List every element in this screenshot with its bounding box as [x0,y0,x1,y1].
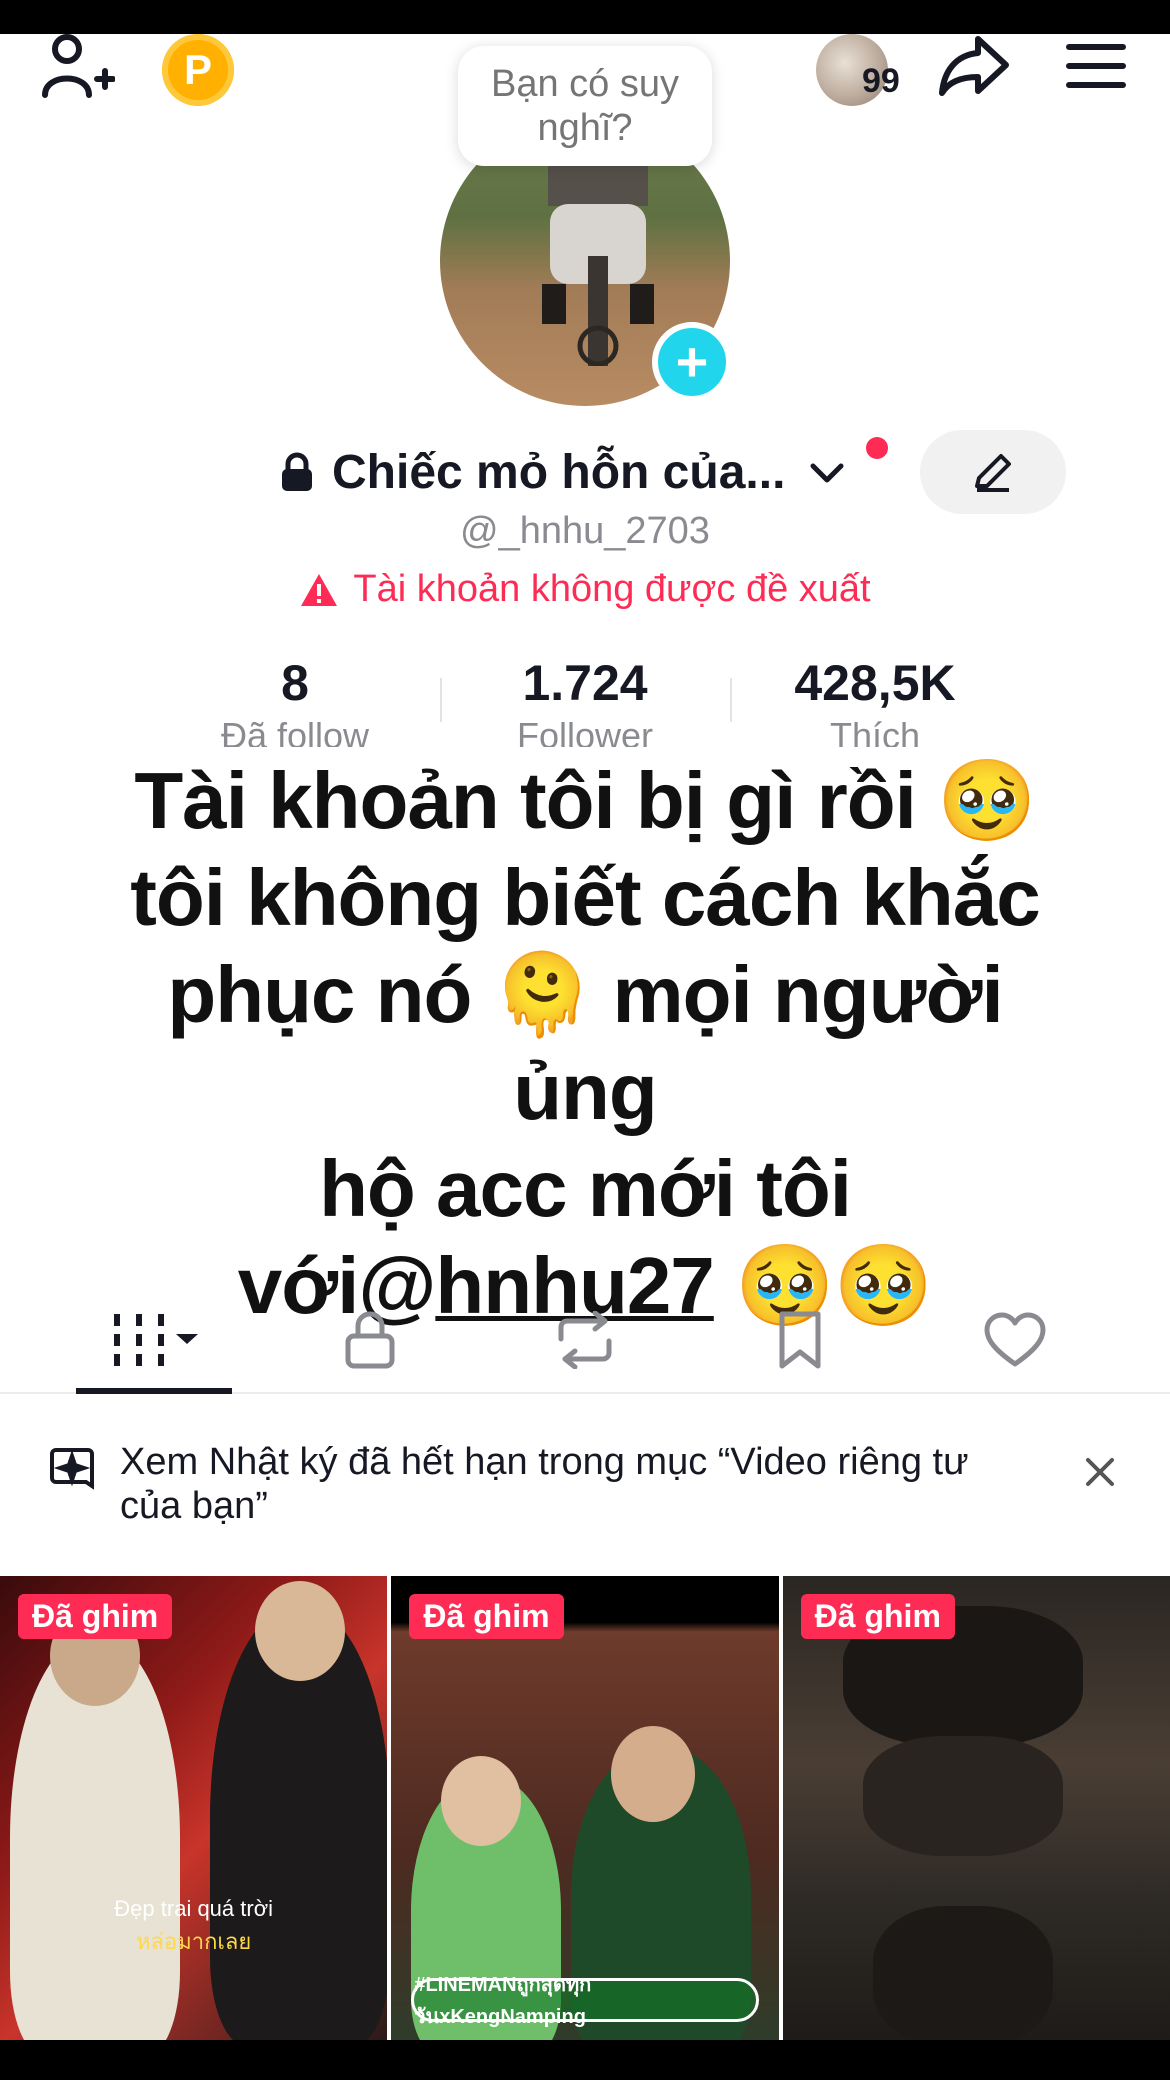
pinned-badge: Đã ghim [800,1594,955,1639]
add-story-button[interactable]: + [652,322,732,402]
profile-name-row[interactable]: Chiếc mỏ hỗn của... [280,440,851,504]
repost-icon [558,1311,612,1369]
followers-stat[interactable]: 1.724 Follower [440,652,730,747]
menu-icon[interactable] [1058,36,1134,96]
face [611,1726,696,1822]
display-name: Chiếc mỏ hỗn của... [332,445,786,499]
grid-dropdown-icon [114,1314,198,1366]
add-friend-icon[interactable] [36,30,120,102]
pinned-badge: Đã ghim [18,1594,173,1639]
video-thumbnail[interactable]: Đã ghim Đẹp trai quá trời หล่อมากเลย [0,1576,388,2040]
person-figure [872,1906,1053,2040]
profile-tabs [0,1290,1170,1394]
chevron-down-icon[interactable] [803,448,851,496]
face [441,1756,522,1846]
overlay-line: tôi không biết cách khắc [130,853,1041,942]
recommendation-warning[interactable]: Tài khoản không được đề xuất [0,568,1170,611]
overlay-line: phục nó 🫠 mọi người ủng [167,950,1003,1136]
lock-icon [282,452,312,491]
tab-private[interactable] [290,1290,450,1390]
notice-text: Xem Nhật ký đã hết hạn trong mục “Video … [120,1441,969,1527]
likes-stat[interactable]: 428,5K Thích [730,652,1020,747]
pencil-icon [975,454,1011,492]
username: @_hnhu_2703 [460,510,710,552]
warning-icon [301,573,338,606]
tab-videos[interactable] [74,1290,234,1394]
bottom-bar [0,2040,1170,2080]
lock-icon [345,1311,395,1369]
following-label: Đã follow [220,715,370,747]
tab-reposts[interactable] [505,1290,665,1390]
followers-label: Follower [516,715,654,747]
video-grid: Đã ghim Đẹp trai quá trời หล่อมากเลย Đã … [0,1576,1170,2040]
tab-liked[interactable] [935,1290,1095,1390]
overlay-line: Tài khoản tôi bị gì rồi 🥹 [134,756,1036,845]
close-icon[interactable] [1080,1452,1120,1492]
thought-bubble[interactable]: Bạn có suy nghĩ? [458,46,712,166]
likes-count: 428,5K [794,655,956,711]
warning-text: Tài khoản không được đề xuất [353,568,871,610]
heart-icon [984,1312,1046,1367]
following-stat[interactable]: 8 Đã follow [150,652,440,747]
following-count: 8 [281,655,309,711]
edit-profile-button[interactable] [920,430,1066,514]
status-bar [0,0,1170,34]
video-caption: หล่อมากเลย [136,1929,252,1954]
pinned-badge: Đã ghim [409,1594,564,1639]
video-thumbnail[interactable]: Đã ghim #LINEMANถูกสุดทุกวันxKengNamping [391,1576,779,2040]
overlay-line: hộ acc mới tôi [319,1144,852,1233]
video-thumbnail[interactable]: Đã ghim [782,1576,1170,2040]
video-caption: #LINEMANถูกสุดทุกวันxKengNamping [411,1974,759,2028]
sparkle-icon [50,1448,94,1490]
overlay-caption: Tài khoản tôi bị gì rồi 🥹 tôi không biết… [110,752,1060,1334]
tab-favorites[interactable] [720,1290,880,1390]
share-icon[interactable] [932,30,1016,102]
notification-dot [866,437,888,459]
likes-label: Thích [829,715,921,747]
video-caption: Đẹp trai quá trời [114,1896,274,1921]
person-figure [862,1736,1063,1856]
coin-icon[interactable]: P [162,34,234,106]
notification-count: 99 [862,62,900,100]
expired-stories-notice[interactable]: Xem Nhật ký đã hết hạn trong mục “Video … [0,1400,1170,1570]
profile-stats: 8 Đã follow 1.724 Follower 428,5K Thích [150,652,1020,747]
bookmark-icon [779,1311,821,1369]
followers-count: 1.724 [522,655,648,711]
face [255,1581,345,1681]
